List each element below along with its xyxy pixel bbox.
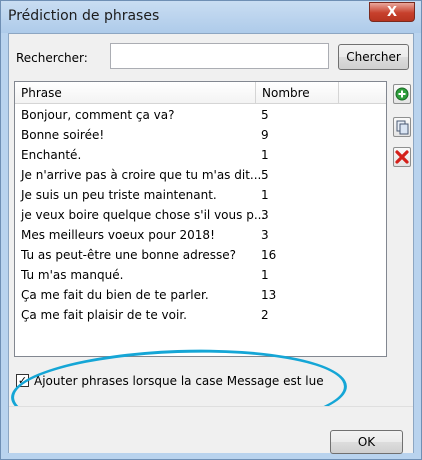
dialog-window: Prédiction de phrases X Rechercher: Cher… [0, 0, 422, 460]
phrase-cell: je veux boire quelque chose s'il vous p.… [21, 208, 266, 222]
search-input[interactable] [110, 43, 329, 69]
table-row[interactable]: Enchanté. 1 [15, 145, 386, 165]
ok-button[interactable]: OK [330, 430, 403, 454]
count-cell: 16 [261, 248, 277, 262]
phrase-list[interactable]: Phrase Nombre Bonjour, comment ça va? 5 Bo… [14, 81, 387, 357]
add-phrase-button[interactable] [393, 84, 411, 104]
count-cell: 5 [261, 168, 269, 182]
table-row[interactable]: Tu m'as manqué. 1 [15, 265, 386, 285]
count-cell: 1 [261, 148, 269, 162]
phrase-cell: Tu m'as manqué. [21, 268, 124, 282]
table-row[interactable]: Bonjour, comment ça va? 5 [15, 105, 386, 125]
phrase-cell: Mes meilleurs voeux pour 2018! [21, 228, 215, 242]
phrase-cell: Enchanté. [21, 148, 82, 162]
table-row[interactable]: je veux boire quelque chose s'il vous p.… [15, 205, 386, 225]
count-cell: 9 [261, 128, 269, 142]
phrase-cell: Tu as peut-être une bonne adresse? [21, 248, 236, 262]
column-header-phrase[interactable]: Phrase [15, 82, 256, 103]
table-row[interactable]: Ça me fait du bien de te parler. 13 [15, 285, 386, 305]
count-cell: 1 [261, 268, 269, 282]
search-button[interactable]: Chercher [338, 44, 409, 70]
table-row[interactable]: Mes meilleurs voeux pour 2018! 3 [15, 225, 386, 245]
phrase-cell: Bonne soirée! [21, 128, 105, 142]
count-cell: 3 [261, 208, 269, 222]
count-cell: 3 [261, 228, 269, 242]
search-label: Rechercher: [16, 51, 88, 65]
table-row[interactable]: Je suis un peu triste maintenant. 1 [15, 185, 386, 205]
table-row[interactable]: Je n'arrive pas à croire que tu m'as dit… [15, 165, 386, 185]
phrase-cell: Ça me fait du bien de te parler. [21, 288, 209, 302]
count-cell: 5 [261, 108, 269, 122]
count-cell: 1 [261, 188, 269, 202]
title-bar[interactable]: Prédiction de phrases X [1, 1, 421, 33]
phrase-cell: Ça me fait plaisir de te voir. [21, 308, 187, 322]
count-cell: 2 [261, 308, 269, 322]
close-button[interactable]: X [369, 2, 415, 22]
table-row[interactable]: Ça me fait plaisir de te voir. 2 [15, 305, 386, 325]
table-row[interactable]: Tu as peut-être une bonne adresse? 16 [15, 245, 386, 265]
delete-phrase-button[interactable] [393, 147, 411, 167]
copy-phrase-button[interactable] [393, 117, 411, 137]
table-row[interactable]: Bonne soirée! 9 [15, 125, 386, 145]
list-header: Phrase Nombre [15, 82, 386, 104]
green-plus-icon [395, 87, 409, 101]
column-header-count[interactable]: Nombre [256, 82, 339, 103]
count-cell: 13 [261, 288, 277, 302]
window-title: Prédiction de phrases [8, 8, 160, 24]
phrase-cell: Je n'arrive pas à croire que tu m'as dit… [21, 168, 262, 182]
phrase-cell: Je suis un peu triste maintenant. [21, 188, 217, 202]
phrase-cell: Bonjour, comment ça va? [21, 108, 175, 122]
copy-icon [396, 120, 409, 135]
red-x-icon [395, 150, 409, 164]
dialog-content: Rechercher: Chercher Phrase Nombre Bonjo… [8, 33, 414, 454]
